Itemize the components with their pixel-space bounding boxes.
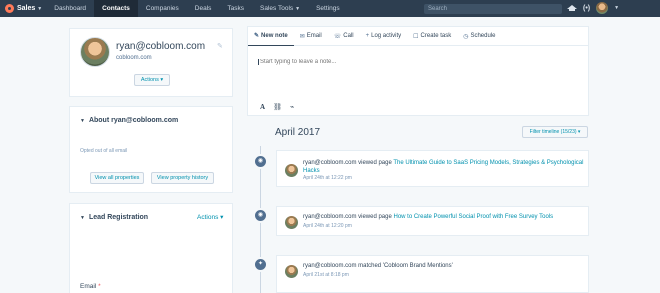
eye-icon: ◉	[253, 208, 268, 223]
nav-item-contacts[interactable]: Contacts	[94, 0, 138, 17]
edit-pencil-icon[interactable]: ✎	[217, 42, 223, 50]
email-field-label: Email *	[80, 283, 101, 290]
timeline-event: ryan@cobloom.com viewed page How to Crea…	[276, 206, 589, 236]
activity-composer: ✎ New note ✉ Email ☏ Call + Log activity…	[247, 26, 589, 116]
event-page-link[interactable]: How to Create Powerful Social Proof with…	[393, 214, 553, 220]
filter-timeline-button[interactable]: Filter timeline (15/23) ▾	[522, 126, 588, 138]
timeline-event: ryan@cobloom.com matched 'Cobloom Brand …	[276, 255, 589, 293]
email-label-text: Email	[80, 283, 97, 290]
hubspot-logo-icon	[5, 4, 14, 13]
contact-avatar	[80, 37, 110, 67]
envelope-icon: ✉	[299, 33, 305, 40]
tab-log-activity[interactable]: + Log activity	[360, 27, 408, 46]
lead-actions-button[interactable]: Actions ▾	[197, 213, 223, 221]
tab-create-task[interactable]: ☐ Create task	[407, 27, 457, 46]
tab-label: Schedule	[470, 33, 496, 39]
nav-utility-icons: (•) ▼	[567, 2, 619, 14]
brand-menu[interactable]: Sales ▼	[0, 0, 46, 17]
contact-name: ryan@cobloom.com	[116, 41, 206, 52]
timeline-month-heading: April 2017	[275, 127, 321, 138]
plus-icon: +	[365, 33, 370, 39]
lead-registration-card: ▼ Lead Registration Actions ▾ Email *	[69, 203, 233, 293]
attachment-icon[interactable]: ⌁	[290, 103, 294, 111]
tab-label: Log activity	[371, 33, 402, 39]
notifications-icon[interactable]: (•)	[583, 5, 590, 12]
task-icon: ☐	[413, 33, 419, 40]
event-contact[interactable]: ryan@cobloom.com	[303, 214, 356, 220]
brand-label: Sales	[17, 5, 36, 12]
note-input[interactable]	[258, 59, 578, 65]
event-action: viewed page	[356, 214, 394, 220]
actions-button-label: Actions	[140, 77, 159, 83]
event-timestamp: April 21st at 8:18 pm	[303, 272, 349, 278]
tab-email[interactable]: ✉ Email	[294, 27, 328, 46]
clock-icon: ◷	[463, 33, 469, 40]
required-mark: *	[98, 283, 101, 290]
nav-item-sales-tools[interactable]: Sales Tools ▼	[252, 0, 308, 17]
event-timestamp: April 24th at 12:20 pm	[303, 223, 352, 229]
tab-label: Create task	[420, 33, 452, 39]
nav-item-tasks[interactable]: Tasks	[219, 0, 252, 17]
event-contact[interactable]: ryan@cobloom.com	[303, 263, 356, 269]
about-section-toggle[interactable]: ▼ About ryan@cobloom.com	[80, 117, 178, 124]
event-timestamp: April 24th at 12:22 pm	[303, 175, 352, 181]
chevron-down-icon: ▼	[37, 5, 43, 12]
event-action: matched 'Cobloom Brand Mentions'	[356, 263, 453, 269]
about-card: ▼ About ryan@cobloom.com Opted out of al…	[69, 106, 233, 193]
academy-icon[interactable]	[567, 4, 577, 12]
filter-timeline-label: Filter timeline (15/23)	[529, 129, 577, 135]
event-action: viewed page	[356, 160, 394, 166]
view-all-properties-button[interactable]: View all properties	[90, 172, 144, 184]
link-icon[interactable]: ⛓	[273, 103, 282, 111]
event-avatar	[285, 265, 298, 278]
nav-item-settings[interactable]: Settings	[308, 0, 348, 17]
nav-item-sales-tools-label: Sales Tools	[260, 5, 294, 12]
composer-tabs: ✎ New note ✉ Email ☏ Call + Log activity…	[248, 27, 588, 46]
chevron-down-icon: ▼	[80, 117, 85, 124]
actions-button[interactable]: Actions ▾	[134, 74, 170, 86]
timeline-event: ryan@cobloom.com viewed page The Ultimat…	[276, 150, 589, 187]
event-avatar	[285, 164, 298, 177]
nav-item-companies[interactable]: Companies	[138, 0, 187, 17]
event-text: ryan@cobloom.com viewed page The Ultimat…	[303, 159, 585, 175]
lead-actions-label: Actions	[197, 214, 219, 221]
phone-icon: ☏	[333, 33, 342, 40]
tab-label: New note	[261, 32, 288, 39]
user-avatar[interactable]	[596, 2, 609, 14]
chevron-down-icon: ▼	[80, 214, 85, 221]
twitter-icon: ✦	[253, 257, 268, 272]
text-format-icon[interactable]: A	[260, 103, 265, 111]
lead-title: Lead Registration	[88, 214, 149, 221]
about-title: About ryan@cobloom.com	[88, 117, 179, 124]
chevron-down-icon[interactable]: ▼	[614, 5, 619, 11]
tab-schedule[interactable]: ◷ Schedule	[457, 27, 501, 46]
editor-toolbar: A ⛓ ⌁	[260, 103, 294, 111]
tab-label: Call	[343, 33, 354, 39]
event-avatar	[285, 216, 298, 229]
search-input[interactable]: Search	[424, 4, 562, 14]
tab-call[interactable]: ☏ Call	[328, 27, 360, 46]
event-contact[interactable]: ryan@cobloom.com	[303, 160, 356, 166]
lead-section-toggle[interactable]: ▼ Lead Registration	[80, 214, 148, 221]
pencil-icon: ✎	[254, 33, 260, 39]
tab-label: Email	[306, 33, 322, 39]
view-property-history-button[interactable]: View property history	[151, 172, 214, 184]
eye-icon: ◉	[253, 154, 268, 169]
nav-item-deals[interactable]: Deals	[187, 0, 220, 17]
chevron-down-icon: ▼	[295, 5, 301, 12]
contact-profile-card: ryan@cobloom.com cobloom.com ✎ Actions ▾	[69, 28, 233, 97]
event-text: ryan@cobloom.com matched 'Cobloom Brand …	[303, 262, 585, 270]
opted-out-text: Opted out of all email	[80, 148, 128, 154]
event-text: ryan@cobloom.com viewed page How to Crea…	[303, 213, 585, 221]
contact-domain[interactable]: cobloom.com	[116, 55, 152, 61]
chevron-down-icon: ▾	[220, 214, 224, 221]
top-navigation: Sales ▼ Dashboard Contacts Companies Dea…	[0, 0, 660, 17]
chevron-down-icon: ▾	[577, 129, 581, 135]
nav-item-dashboard[interactable]: Dashboard	[46, 0, 94, 17]
chevron-down-icon: ▾	[160, 77, 164, 83]
tab-new-note[interactable]: ✎ New note	[248, 27, 294, 46]
